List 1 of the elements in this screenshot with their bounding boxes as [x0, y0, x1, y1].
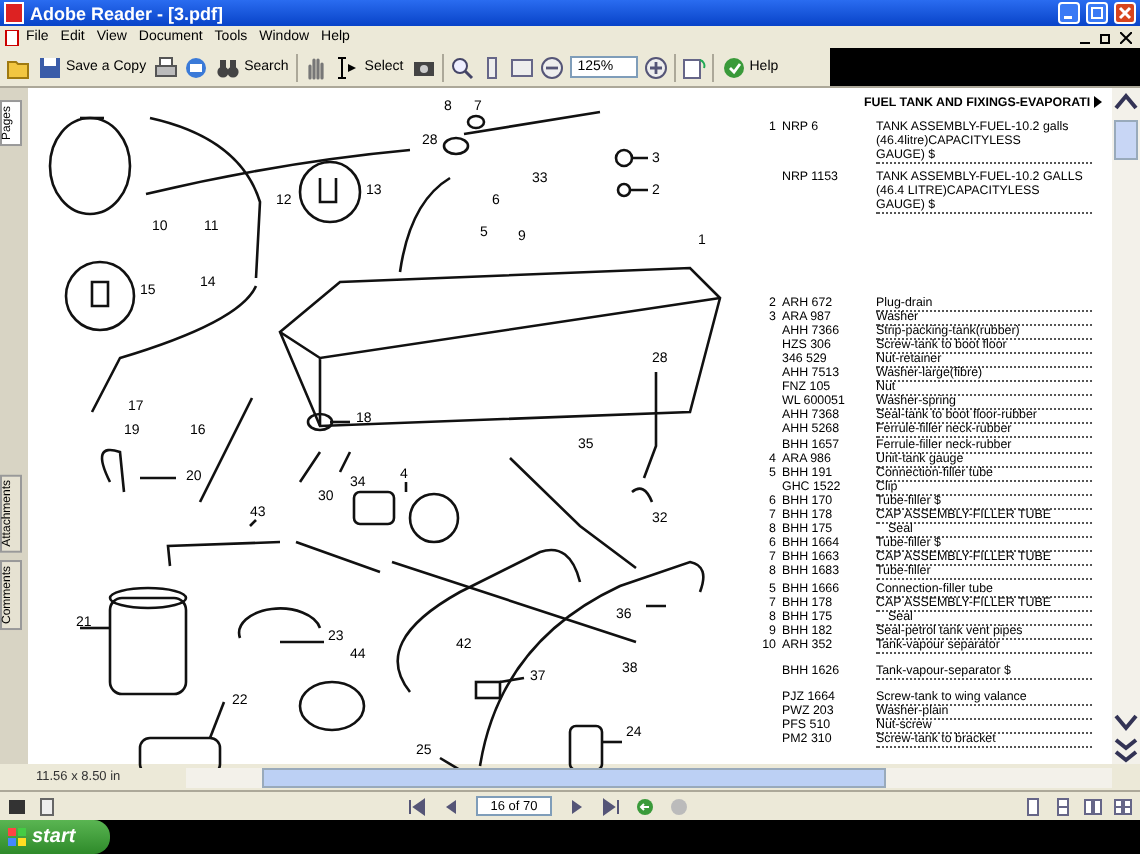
window-title: Adobe Reader - [3.pdf]: [30, 3, 226, 23]
